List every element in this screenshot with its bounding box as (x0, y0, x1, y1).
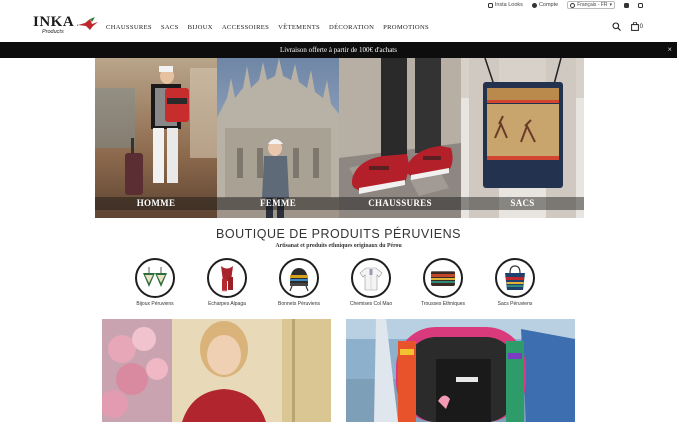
pouch-icon (431, 271, 455, 286)
sacs-photo (461, 58, 584, 218)
chaussures-photo (339, 58, 461, 218)
hero-label-chaussures: CHAUSSURES (339, 197, 461, 210)
shirt-icon (359, 267, 383, 291)
account-link[interactable]: Compte (531, 2, 559, 8)
instagram-icon (487, 2, 493, 8)
nav-item-sacs[interactable]: SACS (161, 24, 179, 31)
instagram-social-icon[interactable] (638, 2, 643, 8)
tote-bag-icon (505, 265, 525, 290)
nav-item-decoration[interactable]: DÉCORATION (329, 24, 374, 31)
logo-subtitle: Products (42, 29, 64, 35)
nav-item-accessoires[interactable]: ACCESSOIRES (222, 24, 269, 31)
scarf-icon (221, 266, 233, 292)
nav-item-chaussures[interactable]: CHAUSSURES (106, 24, 152, 31)
category-row: Bijoux Péruviens Echarpes Alpaga Bonnets… (125, 258, 545, 312)
hero-label-femme: FEMME (217, 197, 339, 210)
insta-looks-link[interactable]: Insta Looks (487, 2, 523, 8)
earrings-icon (143, 267, 167, 287)
homme-photo (95, 58, 217, 218)
category-bonnets[interactable]: Bonnets Péruviens (269, 258, 329, 307)
category-label: Bijoux Péruviens (136, 301, 174, 307)
header-icons: 0 (612, 22, 643, 31)
globe-icon (570, 2, 576, 8)
language-label: Français - FR (577, 2, 608, 8)
category-label: Sacs Péruviens (497, 301, 533, 307)
hero-grid: HOMME FEMME CHAUSSURES SACS (95, 58, 584, 218)
category-circle (207, 258, 247, 298)
site-header: INKA Products CHAUSSURES SACS BIJOUX ACC… (0, 10, 677, 42)
logo[interactable]: INKA Products (33, 14, 99, 38)
category-circle (351, 258, 391, 298)
femme-photo (217, 58, 339, 218)
main-nav: CHAUSSURES SACS BIJOUX ACCESSOIRES VÊTEM… (106, 24, 429, 31)
category-sacs[interactable]: Sacs Péruviens (485, 258, 545, 307)
category-circle (423, 258, 463, 298)
category-label: Trousses Ethniques (420, 301, 465, 307)
beanie-icon (289, 268, 309, 292)
cart-button[interactable]: 0 (630, 22, 643, 31)
category-bijoux[interactable]: Bijoux Péruviens (125, 258, 185, 307)
nav-item-bijoux[interactable]: BIJOUX (188, 24, 213, 31)
category-echarpes[interactable]: Echarpes Alpaga (197, 258, 257, 307)
close-icon[interactable]: × (667, 45, 672, 55)
hero-tile-sacs[interactable]: SACS (461, 58, 584, 218)
facebook-icon[interactable] (624, 2, 629, 8)
promo-image-backpack[interactable] (346, 319, 575, 422)
hero-label-homme: HOMME (95, 197, 217, 210)
nav-item-vetements[interactable]: VÊTEMENTS (278, 24, 320, 31)
utility-bar: Insta Looks Compte Français - FR ▾ (0, 0, 677, 10)
hero-label-sacs: SACS (461, 197, 584, 210)
nav-item-promotions[interactable]: PROMOTIONS (383, 24, 429, 31)
chevron-down-icon: ▾ (609, 2, 612, 8)
account-label: Compte (538, 2, 559, 8)
category-circle (135, 258, 175, 298)
promo-text: Livraison offerte à partir de 100€ d'ach… (280, 46, 397, 54)
category-chemises[interactable]: Chemises Col Mao (341, 258, 401, 307)
category-circle (279, 258, 319, 298)
hero-tile-femme[interactable]: FEMME (217, 58, 339, 218)
backpack-photo (346, 319, 575, 422)
language-select[interactable]: Français - FR ▾ (567, 1, 615, 9)
user-icon (531, 2, 537, 8)
hero-tile-chaussures[interactable]: CHAUSSURES (339, 58, 461, 218)
category-label: Chemises Col Mao (349, 301, 393, 307)
page-title: BOUTIQUE DE PRODUITS PÉRUVIENS (216, 227, 461, 241)
promo-image-scarf[interactable] (102, 319, 331, 422)
category-label: Echarpes Alpaga (208, 301, 246, 307)
cart-count: 0 (639, 23, 643, 30)
promo-banner: Livraison offerte à partir de 100€ d'ach… (0, 42, 677, 58)
shopping-bag-icon (630, 22, 639, 31)
category-circle (495, 258, 535, 298)
search-icon[interactable] (612, 22, 621, 31)
page-subtitle: Artisanat et produits ethniques originau… (275, 243, 402, 249)
hero-tile-homme[interactable]: HOMME (95, 58, 217, 218)
category-label: Bonnets Péruviens (278, 301, 320, 307)
hummingbird-logo-icon (77, 17, 98, 30)
model-scarf-photo (102, 319, 331, 422)
insta-looks-label: Insta Looks (494, 2, 523, 8)
category-trousses[interactable]: Trousses Ethniques (413, 258, 473, 307)
